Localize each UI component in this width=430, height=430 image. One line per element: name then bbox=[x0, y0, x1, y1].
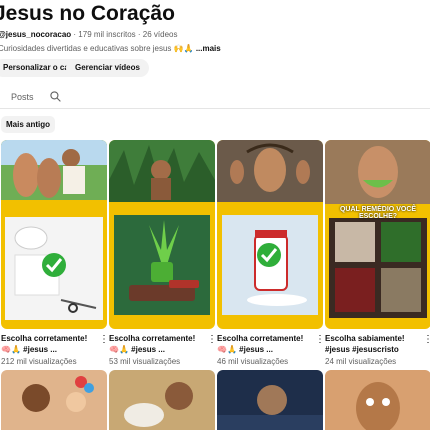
short-thumbnail-8[interactable] bbox=[325, 370, 430, 430]
tab-posts[interactable]: Posts bbox=[11, 92, 34, 102]
short-thumbnail-7[interactable] bbox=[217, 370, 323, 430]
short-thumbnail-2[interactable] bbox=[109, 140, 215, 329]
thumbnail-caption: QUAL REMÉDIO VOCÊ ESCOLHE? bbox=[339, 206, 417, 220]
tabs-divider bbox=[0, 108, 430, 109]
short-views-3: 46 mil visualizações bbox=[217, 357, 289, 366]
subscriber-count: 179 mil inscritos bbox=[78, 30, 136, 39]
more-options-icon[interactable]: ⋮ bbox=[315, 335, 325, 347]
short-tags-4: #jesus #jesuscristo bbox=[325, 345, 399, 354]
channel-title: Jesus no Coração bbox=[0, 2, 175, 25]
short-card-4[interactable]: QUAL REMÉDIO VOCÊ ESCOLHE? Escolha sabia… bbox=[325, 140, 430, 366]
short-card-2[interactable]: Escolha corretamente! 🧠🙏 #jesus ... 53 m… bbox=[109, 140, 217, 366]
short-thumbnail-3[interactable] bbox=[217, 140, 323, 329]
channel-meta: @jesus_nocoracao · 179 mil inscritos · 2… bbox=[0, 30, 178, 39]
sort-chip-oldest[interactable]: Mais antigo bbox=[1, 116, 56, 133]
channel-handle: @jesus_nocoracao bbox=[0, 30, 72, 39]
more-link[interactable]: ...mais bbox=[196, 44, 221, 53]
short-thumbnail-4[interactable]: QUAL REMÉDIO VOCÊ ESCOLHE? bbox=[325, 140, 430, 329]
short-title-4[interactable]: Escolha sabiamente! bbox=[325, 333, 417, 344]
short-card-1[interactable]: Escolha corretamente! 🧠🙏 #jesus ... 212 … bbox=[1, 140, 109, 366]
more-options-icon[interactable]: ⋮ bbox=[423, 335, 430, 347]
search-icon[interactable] bbox=[49, 90, 62, 103]
more-options-icon[interactable]: ⋮ bbox=[207, 335, 217, 347]
short-views-4: 24 mil visualizações bbox=[325, 357, 397, 366]
short-tags-3: 🧠🙏 #jesus ... bbox=[217, 345, 273, 354]
description-text: Curiosidades divertidas e educativas sob… bbox=[0, 44, 194, 53]
short-thumbnail-1[interactable] bbox=[1, 140, 107, 329]
short-thumbnail-6[interactable] bbox=[109, 370, 215, 430]
short-title-2[interactable]: Escolha corretamente! bbox=[109, 333, 201, 344]
short-card-3[interactable]: Escolha corretamente! 🧠🙏 #jesus ... 46 m… bbox=[217, 140, 325, 366]
short-tags-2: 🧠🙏 #jesus ... bbox=[109, 345, 165, 354]
short-title-1[interactable]: Escolha corretamente! bbox=[1, 333, 93, 344]
short-views-2: 53 mil visualizações bbox=[109, 357, 181, 366]
short-thumbnail-5[interactable] bbox=[1, 370, 107, 430]
channel-description[interactable]: Curiosidades divertidas e educativas sob… bbox=[0, 44, 221, 53]
video-count: 26 vídeos bbox=[142, 30, 178, 39]
more-options-icon[interactable]: ⋮ bbox=[99, 335, 109, 347]
short-title-3[interactable]: Escolha corretamente! bbox=[217, 333, 309, 344]
short-tags-1: 🧠🙏 #jesus ... bbox=[1, 345, 57, 354]
short-views-1: 212 mil visualizações bbox=[1, 357, 77, 366]
manage-videos-button[interactable]: Gerenciar vídeos bbox=[66, 59, 149, 77]
